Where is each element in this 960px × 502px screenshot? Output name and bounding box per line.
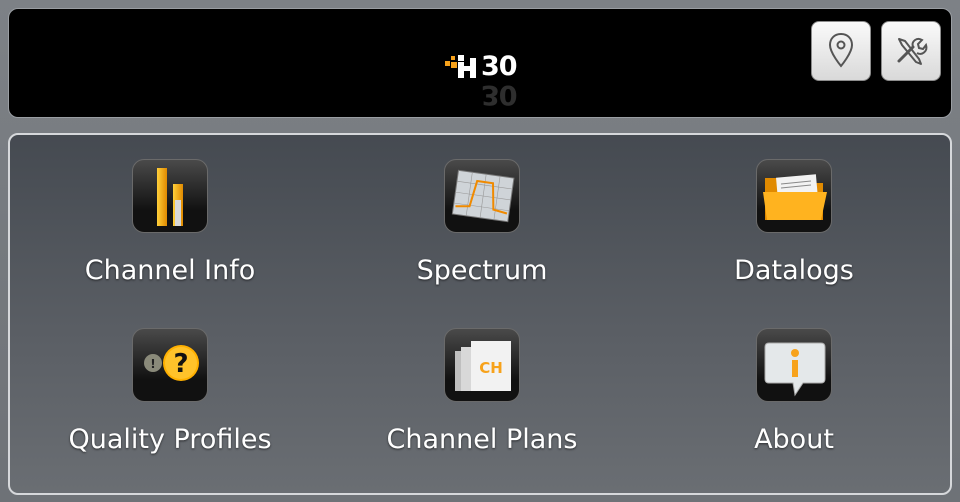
- channel-info-label: Channel Info: [84, 255, 256, 286]
- menu-item-channel-info[interactable]: Channel Info: [50, 159, 290, 309]
- tools-icon: [897, 37, 928, 65]
- logo-text: 30: [481, 51, 518, 82]
- settings-button[interactable]: [881, 21, 941, 81]
- menu-item-datalogs[interactable]: Datalogs: [674, 159, 914, 309]
- svg-text:?: ?: [173, 349, 188, 379]
- about-label: About: [754, 424, 834, 455]
- location-pin-icon: [828, 32, 854, 68]
- app-logo: 30 30: [441, 47, 541, 117]
- info-icon: [756, 328, 832, 402]
- header-bar: 30 30: [8, 8, 952, 118]
- channel-plans-badge: CH: [479, 359, 503, 377]
- channel-plans-icon: CH: [444, 328, 520, 402]
- logo-reflection: 30: [481, 79, 517, 110]
- question-icon: ! ?: [132, 328, 208, 402]
- datalogs-label: Datalogs: [734, 255, 854, 286]
- menu-item-channel-plans[interactable]: CH Channel Plans: [362, 328, 602, 478]
- spectrum-graph-icon: [444, 159, 520, 233]
- folder-icon: [756, 159, 832, 233]
- menu-item-spectrum[interactable]: Spectrum: [362, 159, 602, 309]
- logo-mark-icon: [445, 55, 476, 78]
- svg-text:!: !: [150, 357, 155, 371]
- channel-plans-label: Channel Plans: [386, 424, 578, 455]
- menu-item-quality-profiles[interactable]: ! ? Quality Profiles: [50, 328, 290, 478]
- menu-item-about[interactable]: About: [674, 328, 914, 478]
- quality-profiles-label: Quality Profiles: [68, 424, 272, 455]
- spectrum-label: Spectrum: [416, 255, 548, 286]
- bar-chart-icon: [132, 159, 208, 233]
- main-menu-panel: Channel Info Spectrum Datalogs ! ? Quali…: [8, 133, 952, 495]
- location-button[interactable]: [811, 21, 871, 81]
